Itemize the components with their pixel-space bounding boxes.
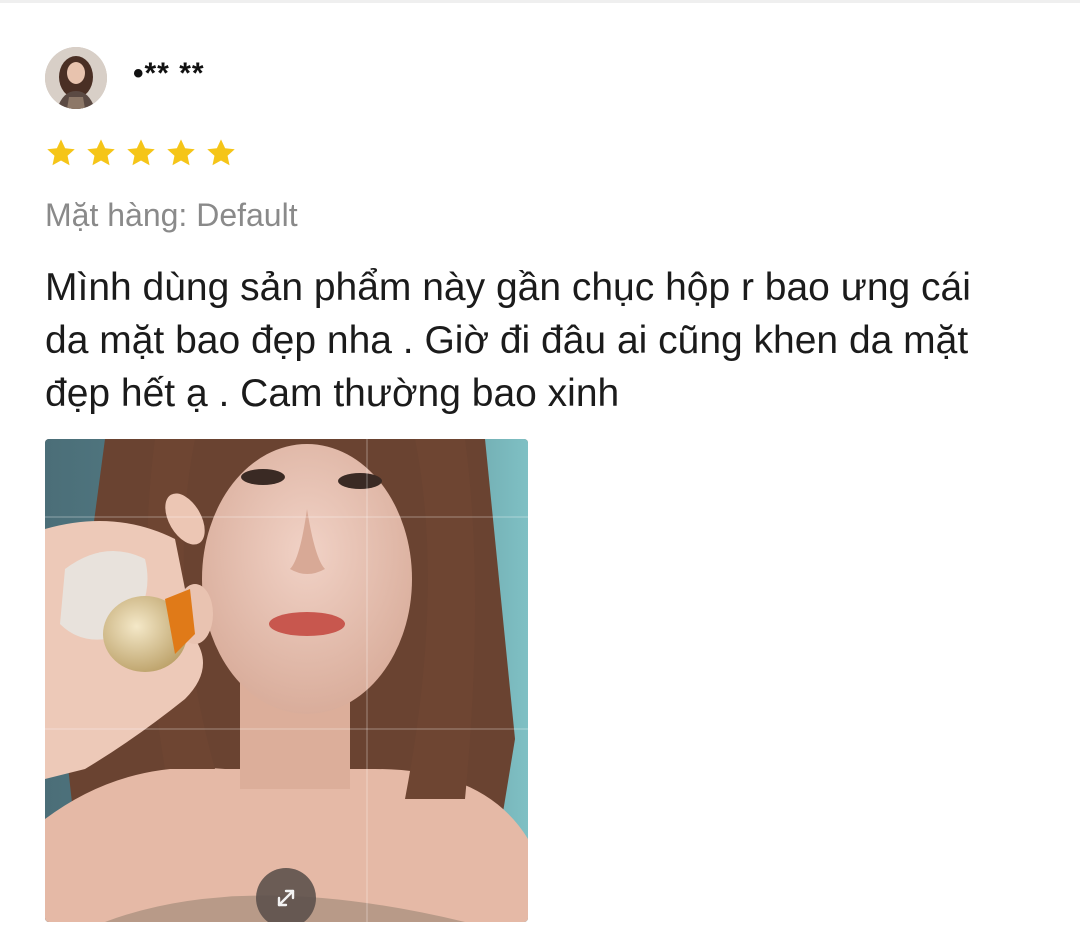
top-divider <box>0 0 1080 3</box>
star-icon <box>87 139 115 166</box>
review-comment: Mình dùng sản phẩm này gần chục hộp r ba… <box>45 266 971 415</box>
variant-label: Mặt hàng: Default <box>45 197 298 233</box>
review-photo-image <box>45 439 528 922</box>
expand-photo-button[interactable] <box>256 868 316 922</box>
star-icon <box>127 139 155 166</box>
expand-arrows-icon <box>277 889 295 907</box>
review-header: •** ** <box>45 45 1035 111</box>
review-photo[interactable] <box>45 439 528 922</box>
avatar[interactable] <box>45 47 107 109</box>
rating-stars <box>45 133 1035 173</box>
star-icon <box>207 139 235 166</box>
star-icon <box>47 139 75 166</box>
reviewer-name: •** ** <box>133 57 205 90</box>
avatar-photo-icon <box>45 47 107 109</box>
review-card: •** ** Mặt hàng: Default Mình dùng sản p… <box>45 45 1035 420</box>
star-icon <box>167 139 195 166</box>
